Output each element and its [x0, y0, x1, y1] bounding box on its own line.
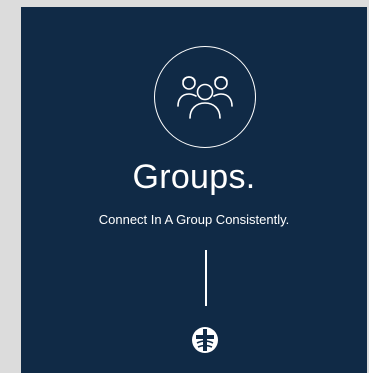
vertical-divider	[205, 250, 207, 306]
groups-card: Groups. Connect In A Group Consistently.	[21, 7, 367, 373]
card-title: Groups.	[132, 158, 256, 196]
church-logo-icon	[192, 327, 218, 353]
group-icon-badge	[154, 46, 256, 148]
people-group-icon	[177, 76, 233, 119]
card-subtitle: Connect In A Group Consistently.	[98, 212, 290, 227]
page-frame: Groups. Connect In A Group Consistently.	[0, 0, 369, 373]
